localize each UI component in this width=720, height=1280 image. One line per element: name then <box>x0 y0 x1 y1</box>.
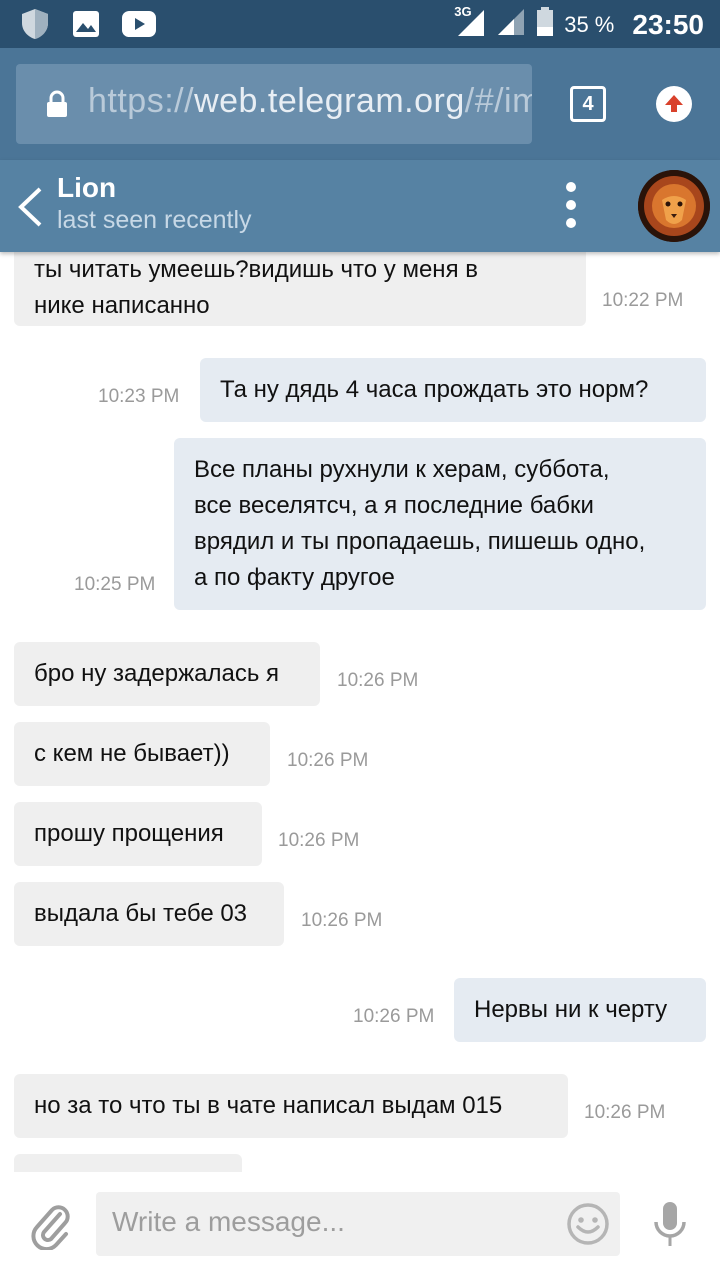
message-input[interactable]: Write a message... <box>96 1192 620 1256</box>
signal-3g-icon: 3G <box>454 4 486 43</box>
message-bubble-incoming[interactable]: прошу прощения <box>14 802 262 866</box>
message-time: 10:26 PM <box>584 1102 666 1123</box>
lock-icon <box>46 90 68 123</box>
message-placeholder: Write a message... <box>112 1206 345 1237</box>
message-time: 10:26 PM <box>301 910 383 931</box>
avatar[interactable] <box>638 170 710 242</box>
message-text: бро ну задержалась я <box>34 660 280 687</box>
browser-toolbar: https://web.telegram.org/#/im 4 <box>0 48 720 160</box>
microphone-icon[interactable] <box>652 1200 688 1255</box>
message-text: прошу прощения <box>34 820 224 847</box>
url-scheme: https:// <box>88 82 195 120</box>
message-bubble-incoming[interactable]: выдала бы тебе 03 <box>14 882 284 946</box>
message-text: а по факту другое <box>194 564 395 591</box>
message-text: но за то что ты в чате написал выдам 015 <box>34 1092 503 1119</box>
message-bubble-incoming[interactable]: но за то что ты в чате написал выдам 015 <box>14 1074 568 1138</box>
gallery-icon <box>72 10 100 43</box>
chat-header: Lion last seen recently <box>0 160 720 252</box>
status-bar: 3G 35 % 23:50 <box>0 0 720 48</box>
lion-avatar-image <box>638 170 710 242</box>
contact-name[interactable]: Lion <box>57 172 116 204</box>
signal-icon <box>496 7 526 42</box>
url-path: /#/im <box>464 82 532 120</box>
emoji-icon[interactable] <box>566 1202 610 1251</box>
back-arrow-icon[interactable] <box>16 186 44 233</box>
message-bubble-outgoing[interactable]: Нервы ни к черту <box>454 978 706 1042</box>
url-bar[interactable]: https://web.telegram.org/#/im <box>16 64 532 144</box>
message-bubble-outgoing[interactable]: Та ну дядь 4 часа прождать это норм? <box>200 358 706 422</box>
message-text: с кем не бывает)) <box>34 740 230 767</box>
url-host: web.telegram.org <box>194 82 465 120</box>
network-type: 3G <box>454 4 472 19</box>
message-text: Нервы ни к черту <box>474 996 668 1023</box>
message-text: врядил и ты пропадаешь, пишешь одно, <box>194 528 646 555</box>
message-time: 10:23 PM <box>98 386 180 407</box>
message-text: выдала бы тебе 03 <box>34 900 248 927</box>
message-time: 10:25 PM <box>74 574 156 595</box>
attach-icon[interactable] <box>30 1200 70 1255</box>
message-bubble-incoming[interactable]: бро ну задержалась я <box>14 642 320 706</box>
arrow-up-icon <box>665 95 683 112</box>
contact-status: last seen recently <box>57 206 252 234</box>
more-menu-icon[interactable] <box>562 182 580 232</box>
message-time: 10:26 PM <box>353 1006 435 1027</box>
clock: 23:50 <box>632 8 704 40</box>
message-time: 10:26 PM <box>287 750 369 771</box>
message-time: 10:22 PM <box>602 290 684 311</box>
message-time: 10:26 PM <box>278 830 360 851</box>
message-text: Та ну дядь 4 часа прождать это норм? <box>220 376 649 403</box>
message-bubble-incoming[interactable]: с кем не бывает)) <box>14 722 270 786</box>
battery-percent: 35 % <box>564 11 615 37</box>
url-text: https://web.telegram.org/#/im <box>88 82 532 121</box>
shield-icon <box>20 8 50 45</box>
message-text: нике написанно <box>34 292 210 319</box>
message-text: ты читать умеешь?видишь что у меня в <box>34 256 478 283</box>
message-list[interactable]: ты читать умеешь?видишь что у меня в ник… <box>0 252 720 1172</box>
message-text: Все планы рухнули к херам, суббота, <box>194 456 610 483</box>
update-button[interactable] <box>656 86 692 122</box>
tab-switcher-button[interactable]: 4 <box>570 86 606 122</box>
battery-icon <box>536 7 554 42</box>
message-text: все веселятсч, а я последние бабки <box>194 492 594 519</box>
youtube-icon <box>122 11 156 42</box>
message-bubble-outgoing[interactable]: Все планы рухнули к херам, суббота, все … <box>174 438 706 610</box>
message-bubble-incoming[interactable] <box>14 1154 242 1172</box>
message-time: 10:26 PM <box>337 670 419 691</box>
message-bubble-incoming[interactable]: ты читать умеешь?видишь что у меня в ник… <box>14 252 586 326</box>
message-composer: Write a message... <box>0 1172 720 1280</box>
